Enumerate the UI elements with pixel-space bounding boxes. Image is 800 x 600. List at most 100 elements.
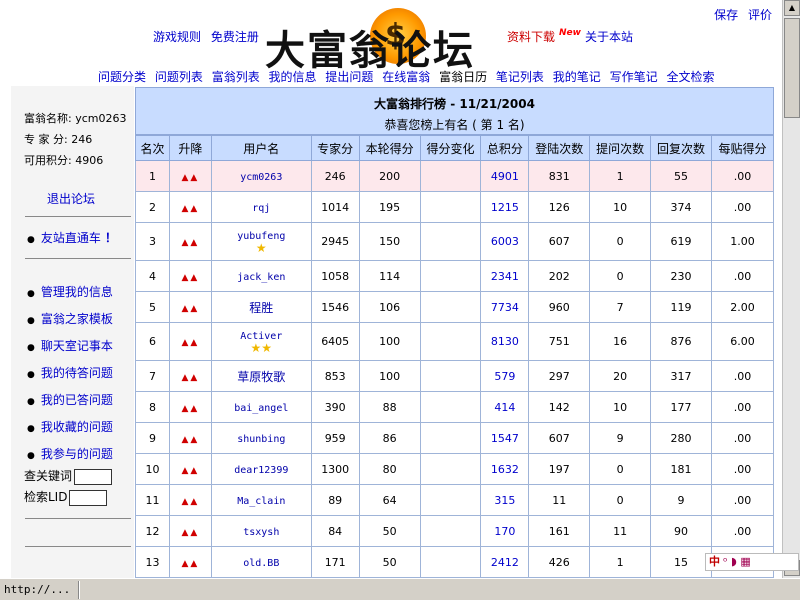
nav-calendar[interactable]: 富翁日历 [439, 70, 487, 84]
bullet-icon: ● [27, 316, 35, 326]
nav-my-info[interactable]: 我的信息 [269, 70, 317, 84]
username-link[interactable]: shunbing [237, 434, 285, 445]
rank-up-icon: ▲▲ [181, 203, 200, 214]
col-per-post-score[interactable]: 每贴得分 [710, 135, 775, 161]
sidebar-item-joined-questions[interactable]: ● 我参与的问题 [27, 445, 113, 462]
per-post-score-cell: .00 [710, 422, 775, 454]
table-row: 4 ▲▲ jack_ken 1058 114 2341 202 0 230.00 [135, 260, 775, 292]
ime-tools-icon[interactable]: ᵒ ◗ ▦ [723, 555, 751, 568]
username-link[interactable]: dear12399 [234, 465, 288, 476]
table-row: 2 ▲▲ rqj 1014 195 1215 126 10 374.00 [135, 191, 775, 223]
nav-write-note[interactable]: 写作笔记 [610, 70, 658, 84]
total-points-link[interactable]: 2341 [491, 270, 519, 283]
round-score-cell: 50 [358, 546, 421, 578]
col-expert-score[interactable]: 专家分 [310, 135, 360, 161]
login-count-cell: 11 [528, 484, 591, 516]
round-score-cell: 50 [358, 515, 421, 547]
per-post-score-cell: 2.00 [710, 291, 775, 323]
available-points-line: 可用积分: 4906 [24, 154, 104, 167]
total-points-cell: 6003 [480, 222, 530, 261]
total-points-link[interactable]: 7734 [491, 301, 519, 314]
total-points-link[interactable]: 170 [494, 525, 515, 538]
reply-count-cell: 9 [650, 484, 712, 516]
total-points-link[interactable]: 315 [494, 494, 515, 507]
ime-toolbar[interactable]: 中ᵒ ◗ ▦ [705, 553, 799, 571]
username-link[interactable]: 程胜 [249, 301, 273, 315]
bullet-icon: ● [27, 235, 35, 245]
col-trend[interactable]: 升降 [168, 135, 212, 161]
nav-question-categories[interactable]: 问题分类 [98, 70, 146, 84]
username-link[interactable]: Ma_clain [237, 496, 285, 507]
login-count-cell: 960 [528, 291, 591, 323]
total-points-link[interactable]: 2412 [491, 556, 519, 569]
nav-ask-question[interactable]: 提出问题 [325, 70, 373, 84]
download-link[interactable]: 资料下载 [507, 30, 555, 44]
ime-chinese-icon[interactable]: 中 [709, 555, 720, 568]
sidebar-item-home-template[interactable]: ● 富翁之家模板 [27, 310, 113, 327]
username-link[interactable]: rqj [252, 203, 270, 214]
sidebar-item-answered-questions[interactable]: ● 我的已答问题 [27, 391, 113, 408]
col-reply-count[interactable]: 回复次数 [650, 135, 712, 161]
ask-count-cell: 10 [589, 191, 652, 223]
about-link[interactable]: 关于本站 [585, 30, 633, 44]
total-points-link[interactable]: 4901 [491, 170, 519, 183]
username-link[interactable]: old.BB [243, 558, 279, 569]
sidebar-item-chat-notepad[interactable]: ● 聊天室记事本 [27, 337, 113, 354]
total-points-cell: 1215 [480, 191, 530, 223]
nav-my-notes[interactable]: 我的笔记 [553, 70, 601, 84]
col-score-change[interactable]: 得分变化 [419, 135, 482, 161]
logout-link[interactable]: 退出论坛 [47, 190, 95, 207]
sidebar-item-favorite-questions[interactable]: ● 我收藏的问题 [27, 418, 113, 435]
login-count-cell: 751 [528, 322, 591, 361]
col-login-count[interactable]: 登陆次数 [528, 135, 591, 161]
keyword-search-input[interactable] [74, 468, 113, 485]
total-points-cell: 1547 [480, 422, 530, 454]
col-ask-count[interactable]: 提问次数 [589, 135, 652, 161]
col-username[interactable]: 用户名 [210, 135, 312, 161]
save-link[interactable]: 保存 [714, 8, 738, 22]
table-row: 1 ▲▲ ycm0263 246 200 4901 831 1 55.00 [135, 160, 775, 192]
username-link[interactable]: jack_ken [237, 272, 285, 283]
total-points-link[interactable]: 1632 [491, 463, 519, 476]
username-cell: Activer ★★ [210, 322, 312, 361]
scroll-thumb[interactable] [784, 18, 800, 118]
game-rules-link[interactable]: 游戏规则 [153, 30, 201, 44]
friend-sites-link[interactable]: ● 友站直通车！ [27, 229, 117, 246]
page-header: 保存 评价 游戏规则 免费注册 $ 大富翁论坛 资料下载 New 关于本站 问题分类… [0, 0, 782, 86]
col-round-score[interactable]: 本轮得分 [358, 135, 421, 161]
username-link[interactable]: bai_angel [234, 403, 288, 414]
site-logo[interactable]: $ 大富翁论坛 [265, 8, 495, 74]
username-cell: 草原牧歌 [210, 360, 312, 392]
sidebar-item-manage-info[interactable]: ● 管理我的信息 [27, 283, 113, 300]
col-total-points[interactable]: 总积分 [480, 135, 530, 161]
scroll-up-icon[interactable]: ▲ [784, 0, 800, 16]
nav-user-list[interactable]: 富翁列表 [212, 70, 260, 84]
round-score-cell: 195 [358, 191, 421, 223]
username-link[interactable]: ycm0263 [240, 172, 282, 183]
total-points-link[interactable]: 1215 [491, 201, 519, 214]
ask-count-cell: 20 [589, 360, 652, 392]
username-link[interactable]: 草原牧歌 [237, 370, 285, 384]
bullet-icon: ● [27, 424, 35, 434]
nav-question-list[interactable]: 问题列表 [155, 70, 203, 84]
nav-note-list[interactable]: 笔记列表 [496, 70, 544, 84]
free-register-link[interactable]: 免费注册 [211, 30, 259, 44]
total-points-link[interactable]: 6003 [491, 235, 519, 248]
total-points-cell: 1632 [480, 453, 530, 485]
total-points-link[interactable]: 579 [494, 370, 515, 383]
vertical-scrollbar[interactable]: ▲ ▼ [782, 0, 800, 578]
header-left-links: 游戏规则 免费注册 [153, 28, 265, 45]
nav-online-users[interactable]: 在线富翁 [382, 70, 430, 84]
col-rank[interactable]: 名次 [135, 135, 170, 161]
total-points-link[interactable]: 1547 [491, 432, 519, 445]
user-name-line: 富翁名称: ycm0263 [24, 112, 127, 125]
rate-link[interactable]: 评价 [748, 8, 772, 22]
total-points-link[interactable]: 8130 [491, 335, 519, 348]
ask-count-cell: 0 [589, 484, 652, 516]
sidebar-item-pending-questions[interactable]: ● 我的待答问题 [27, 364, 113, 381]
trend-cell: ▲▲ [168, 546, 212, 578]
total-points-link[interactable]: 414 [494, 401, 515, 414]
username-link[interactable]: tsxysh [243, 527, 279, 538]
lid-search-input[interactable] [69, 489, 108, 506]
nav-full-search[interactable]: 全文检索 [666, 70, 714, 84]
